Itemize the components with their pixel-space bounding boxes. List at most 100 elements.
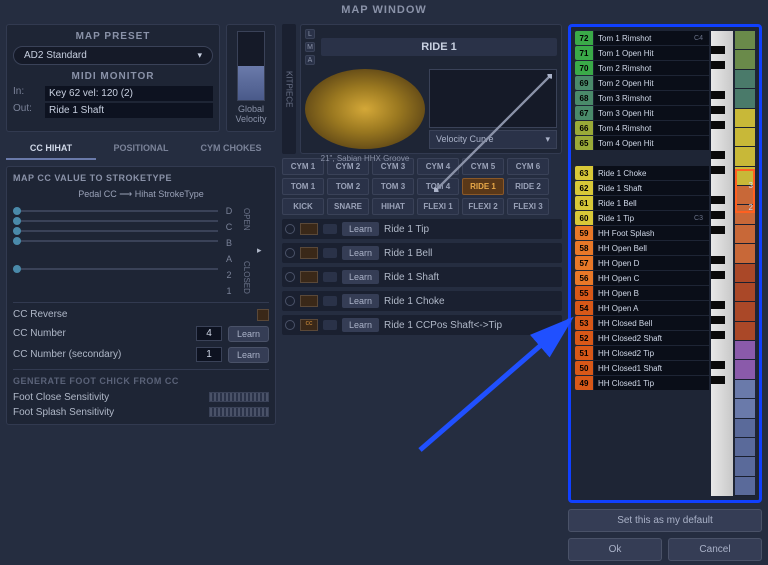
key-row[interactable]: 52HH Closed2 Shaft <box>575 331 709 345</box>
kit-btn-flexi-1[interactable]: FLEXI 1 <box>417 198 459 215</box>
key-row[interactable]: 50HH Closed1 Shaft <box>575 361 709 375</box>
learn-row-cc[interactable] <box>300 247 318 259</box>
key-row[interactable]: 66Tom 4 Rimshot <box>575 121 709 135</box>
global-velocity-label: Global Velocity <box>233 105 269 125</box>
key-row[interactable]: 63Ride 1 Choke <box>575 166 709 180</box>
key-row[interactable]: 53HH Closed Bell <box>575 316 709 330</box>
learn-row-toggle[interactable] <box>323 248 337 258</box>
key-number: 65 <box>575 136 593 150</box>
set-default-button[interactable]: Set this as my default <box>568 509 762 532</box>
key-row[interactable]: 54HH Open A <box>575 301 709 315</box>
kit-btn-tom-3[interactable]: TOM 3 <box>372 178 414 195</box>
key-row[interactable]: 56HH Open C <box>575 271 709 285</box>
kit-btn-tom-2[interactable]: TOM 2 <box>327 178 369 195</box>
learn-row-cc[interactable] <box>300 223 318 235</box>
key-number: 72 <box>575 31 593 45</box>
tab-cc-hihat[interactable]: CC HIHAT <box>6 138 96 160</box>
tab-positional[interactable]: POSITIONAL <box>96 138 186 160</box>
learn-row-cc[interactable] <box>300 295 318 307</box>
key-row[interactable]: 67Tom 3 Open Hit <box>575 106 709 120</box>
key-row[interactable]: 62Ride 1 Shaft <box>575 181 709 195</box>
learn-row-dot[interactable] <box>285 320 295 330</box>
learn-row-learn-btn[interactable]: Learn <box>342 270 379 284</box>
key-row[interactable]: 65Tom 4 Open Hit <box>575 136 709 150</box>
cc-number-value[interactable]: 4 <box>196 326 222 341</box>
key-name: HH Closed2 Shaft <box>593 331 709 345</box>
kit-btn-kick[interactable]: KICK <box>282 198 324 215</box>
learn-row-dot[interactable] <box>285 296 295 306</box>
key-number: 49 <box>575 376 593 390</box>
key-row[interactable]: 51HH Closed2 Tip <box>575 346 709 360</box>
ok-button[interactable]: Ok <box>568 538 662 561</box>
key-number: 55 <box>575 286 593 300</box>
key-name: Ride 1 Shaft <box>593 181 709 195</box>
key-row[interactable]: 72Tom 1 RimshotC4 <box>575 31 709 45</box>
key-row[interactable]: 70Tom 2 Rimshot <box>575 61 709 75</box>
learn-row-cc[interactable] <box>300 271 318 283</box>
kit-btn-snare[interactable]: SNARE <box>327 198 369 215</box>
learn-row-toggle[interactable] <box>323 272 337 282</box>
key-row[interactable]: 69Tom 2 Open Hit <box>575 76 709 90</box>
foot-close-slider[interactable] <box>209 392 269 402</box>
foot-close-label: Foot Close Sensitivity <box>13 392 203 403</box>
kit-btn-flexi-2[interactable]: FLEXI 2 <box>462 198 504 215</box>
key-name: Tom 4 Rimshot <box>593 121 709 135</box>
tab-cym-chokes[interactable]: CYM CHOKES <box>186 138 276 160</box>
key-number: 67 <box>575 106 593 120</box>
cc-map-sub: Pedal CC ⟶ Hihat StrokeType <box>13 189 269 200</box>
learn-row-learn-btn[interactable]: Learn <box>342 294 379 308</box>
cancel-button[interactable]: Cancel <box>668 538 762 561</box>
velocity-curve-graph[interactable] <box>429 69 557 128</box>
key-row[interactable]: 71Tom 1 Open Hit <box>575 46 709 60</box>
cc-secondary-value[interactable]: 1 <box>196 347 222 362</box>
learn-row-learn-btn[interactable]: Learn <box>342 222 379 236</box>
key-row[interactable]: 60Ride 1 TipC3 <box>575 211 709 225</box>
key-number: 60 <box>575 211 593 225</box>
learn-row-toggle[interactable] <box>323 296 337 306</box>
learn-row-cc[interactable]: cc <box>300 319 318 331</box>
key-row[interactable]: 68Tom 3 Rimshot <box>575 91 709 105</box>
learn-row-toggle[interactable] <box>323 320 337 330</box>
key-number: 70 <box>575 61 593 75</box>
key-row[interactable]: 59HH Foot Splash <box>575 226 709 240</box>
midi-in-label: In: <box>13 86 39 101</box>
learn-row-name: Ride 1 Shaft <box>384 272 439 283</box>
kit-btn-tom-1[interactable]: TOM 1 <box>282 178 324 195</box>
key-name: HH Closed1 Shaft <box>593 361 709 375</box>
cc-secondary-learn[interactable]: Learn <box>228 347 269 363</box>
key-name: HH Open Bell <box>593 241 709 255</box>
foot-splash-slider[interactable] <box>209 407 269 417</box>
key-row[interactable]: 61Ride 1 Bell <box>575 196 709 210</box>
learn-row-dot[interactable] <box>285 272 295 282</box>
key-number: 61 <box>575 196 593 210</box>
kit-btn-hihat[interactable]: HIHAT <box>372 198 414 215</box>
kitpiece-dots[interactable]: LMA <box>305 29 315 65</box>
kit-btn-flexi-3[interactable]: FLEXI 3 <box>507 198 549 215</box>
cc-map-header: MAP CC VALUE TO STROKETYPE <box>13 173 269 183</box>
midi-monitor-title: MIDI MONITOR <box>13 71 213 82</box>
global-velocity-meter[interactable] <box>237 31 265 101</box>
cc-number-learn[interactable]: Learn <box>228 326 269 342</box>
key-row[interactable]: 49HH Closed1 Tip <box>575 376 709 390</box>
key-number: 54 <box>575 301 593 315</box>
midi-out-label: Out: <box>13 103 39 118</box>
learn-row-dot[interactable] <box>285 224 295 234</box>
key-row[interactable]: 55HH Open B <box>575 286 709 300</box>
key-name: HH Foot Splash <box>593 226 709 240</box>
key-name: HH Closed Bell <box>593 316 709 330</box>
expand-toggle[interactable]: ▸ <box>257 206 269 296</box>
learn-row-learn-btn[interactable]: Learn <box>342 318 379 332</box>
cc-reverse-checkbox[interactable] <box>257 309 269 321</box>
cymbal-image <box>305 69 425 149</box>
learn-row-toggle[interactable] <box>323 224 337 234</box>
cymbal-caption: 21", Sabian HHX Groove <box>305 154 425 163</box>
kitpiece-title: RIDE 1 <box>321 38 557 56</box>
key-row[interactable]: 57HH Open D <box>575 256 709 270</box>
preset-dropdown[interactable]: AD2 Standard <box>13 46 213 65</box>
key-row[interactable]: 58HH Open Bell <box>575 241 709 255</box>
piano-column[interactable] <box>711 31 733 496</box>
learn-row-dot[interactable] <box>285 248 295 258</box>
cc-sliders[interactable] <box>13 206 218 296</box>
midi-out-value: Ride 1 Shaft <box>45 103 213 118</box>
learn-row-learn-btn[interactable]: Learn <box>342 246 379 260</box>
